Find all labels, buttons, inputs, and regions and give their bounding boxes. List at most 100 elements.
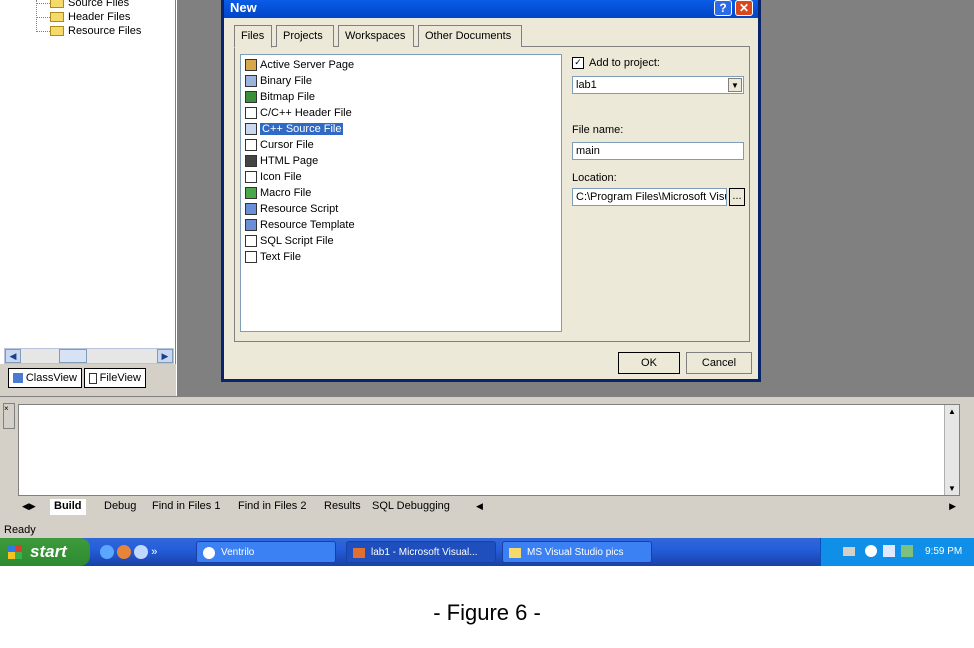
- folder-icon: [509, 548, 521, 558]
- macro-icon: [245, 187, 257, 199]
- scroll-thumb[interactable]: [59, 349, 87, 363]
- list-item-label: SQL Script File: [260, 235, 334, 247]
- taskbar-item-lab1[interactable]: lab1 - Microsoft Visual...: [346, 541, 496, 563]
- tab-fileview[interactable]: FileView: [84, 368, 146, 388]
- list-item-label: C++ Source File: [260, 123, 344, 135]
- scroll-left-icon[interactable]: ◀: [5, 349, 21, 363]
- list-item[interactable]: Cursor File: [245, 137, 314, 153]
- list-item[interactable]: C/C++ Header File: [245, 105, 352, 121]
- taskbar-item-ventrilo[interactable]: Ventrilo: [196, 541, 336, 563]
- chevron-down-icon[interactable]: ▼: [728, 78, 742, 92]
- checkbox-checked-icon[interactable]: ✓: [572, 57, 584, 69]
- list-item-label: Binary File: [260, 75, 312, 87]
- figure-caption: - Figure 6 -: [433, 600, 541, 625]
- tab-nav-icon[interactable]: ◀▶: [18, 499, 40, 515]
- tab-results[interactable]: Results: [320, 499, 365, 515]
- tree-item-label: Header Files: [68, 11, 131, 23]
- tree-connector: [36, 17, 50, 18]
- file-type-list[interactable]: Active Server Page Binary File Bitmap Fi…: [240, 54, 562, 332]
- tree-item-source-files[interactable]: Source Files: [50, 0, 129, 10]
- location-input[interactable]: C:\Program Files\Microsoft Visua: [572, 188, 727, 206]
- scroll-left-icon[interactable]: ◀: [472, 499, 487, 515]
- list-item[interactable]: Macro File: [245, 185, 311, 201]
- list-item[interactable]: Resource Template: [245, 217, 355, 233]
- scroll-right-icon[interactable]: ▶: [157, 349, 173, 363]
- browser-icon[interactable]: [134, 545, 149, 560]
- dialog-title: New: [230, 0, 257, 15]
- ie-icon[interactable]: [100, 545, 114, 560]
- list-item[interactable]: HTML Page: [245, 153, 318, 169]
- scroll-up-icon[interactable]: ▲: [945, 407, 959, 416]
- tab-sql-debugging[interactable]: SQL Debugging: [368, 499, 454, 515]
- firefox-icon[interactable]: [117, 545, 132, 560]
- list-item[interactable]: Text File: [245, 249, 301, 265]
- scroll-right-icon[interactable]: ▶: [945, 499, 960, 515]
- network-icon[interactable]: [865, 545, 877, 557]
- ventrilo-icon: [203, 547, 215, 559]
- volume-icon[interactable]: [883, 545, 895, 557]
- clock[interactable]: 9:59 PM: [925, 538, 962, 566]
- list-item[interactable]: Resource Script: [245, 201, 338, 217]
- tab-workspaces[interactable]: Workspaces: [338, 25, 414, 47]
- tab-build[interactable]: Build: [50, 499, 86, 515]
- folder-icon: [50, 0, 64, 8]
- list-item-label: C/C++ Header File: [260, 107, 352, 119]
- browse-button[interactable]: ...: [729, 188, 745, 206]
- tab-debug[interactable]: Debug: [100, 499, 140, 515]
- cancel-button[interactable]: Cancel: [686, 352, 752, 374]
- text-file-icon: [245, 251, 257, 263]
- tab-find-in-files-1[interactable]: Find in Files 1: [148, 499, 224, 515]
- tree-item-label: Resource Files: [68, 25, 142, 37]
- ok-button[interactable]: OK: [618, 352, 680, 374]
- start-label: start: [30, 542, 67, 561]
- icon-file-icon: [245, 171, 257, 183]
- resource-template-icon: [245, 219, 257, 231]
- tab-projects[interactable]: Projects: [276, 25, 334, 47]
- help-icon[interactable]: ?: [714, 0, 732, 16]
- tab-files[interactable]: Files: [234, 25, 272, 48]
- printer-icon[interactable]: [843, 547, 855, 556]
- list-item-label: Resource Script: [260, 203, 339, 215]
- scroll-down-icon[interactable]: ▼: [945, 484, 959, 493]
- security-icon[interactable]: [901, 545, 913, 557]
- list-item[interactable]: Icon File: [245, 169, 302, 185]
- output-text: ▲ ▼: [18, 404, 960, 496]
- tree-item-resource-files[interactable]: Resource Files: [50, 24, 141, 38]
- tree-item-header-files[interactable]: Header Files: [50, 10, 130, 24]
- add-to-project-checkbox[interactable]: ✓ Add to project:: [572, 56, 660, 70]
- folder-icon: [50, 26, 64, 36]
- file-name-label: File name:: [572, 124, 624, 136]
- project-value: lab1: [576, 79, 597, 91]
- list-item-label: Icon File: [260, 171, 302, 183]
- cursor-icon: [245, 139, 257, 151]
- tab-find-in-files-2[interactable]: Find in Files 2: [234, 499, 310, 515]
- list-item-label: Resource Template: [260, 219, 355, 231]
- list-item[interactable]: Binary File: [245, 73, 312, 89]
- start-button[interactable]: start: [0, 538, 90, 566]
- quick-launch: »: [100, 543, 180, 561]
- file-name-input[interactable]: main: [572, 142, 744, 160]
- output-tabs: ◀▶ Build Debug Find in Files 1 Find in F…: [18, 497, 960, 519]
- list-item-label: Active Server Page: [260, 59, 355, 71]
- pane-grip-icon[interactable]: ×: [3, 403, 15, 429]
- windows-logo-icon: [8, 545, 22, 559]
- folder-icon: [50, 12, 64, 22]
- list-item-selected[interactable]: C++ Source File: [245, 121, 344, 137]
- chevron-right-icon[interactable]: »: [151, 546, 157, 558]
- location-label: Location:: [572, 172, 617, 184]
- list-item[interactable]: Bitmap File: [245, 89, 315, 105]
- taskbar-item-label: lab1 - Microsoft Visual...: [371, 547, 478, 558]
- add-to-project-label: Add to project:: [589, 57, 660, 69]
- close-icon[interactable]: ✕: [735, 0, 753, 16]
- vertical-scrollbar[interactable]: ▲ ▼: [944, 405, 959, 495]
- list-item[interactable]: Active Server Page: [245, 57, 354, 73]
- project-select[interactable]: lab1 ▼: [572, 76, 744, 94]
- horizontal-scrollbar[interactable]: ◀ ▶: [4, 348, 174, 364]
- tab-label: ClassView: [25, 372, 77, 384]
- tab-other-documents[interactable]: Other Documents: [418, 25, 522, 47]
- list-item[interactable]: SQL Script File: [245, 233, 334, 249]
- tab-classview[interactable]: ClassView: [8, 368, 82, 388]
- status-bar: Ready: [0, 522, 974, 538]
- taskbar-item-ms-visual-studio-pics[interactable]: MS Visual Studio pics: [502, 541, 652, 563]
- classview-icon: [13, 373, 23, 383]
